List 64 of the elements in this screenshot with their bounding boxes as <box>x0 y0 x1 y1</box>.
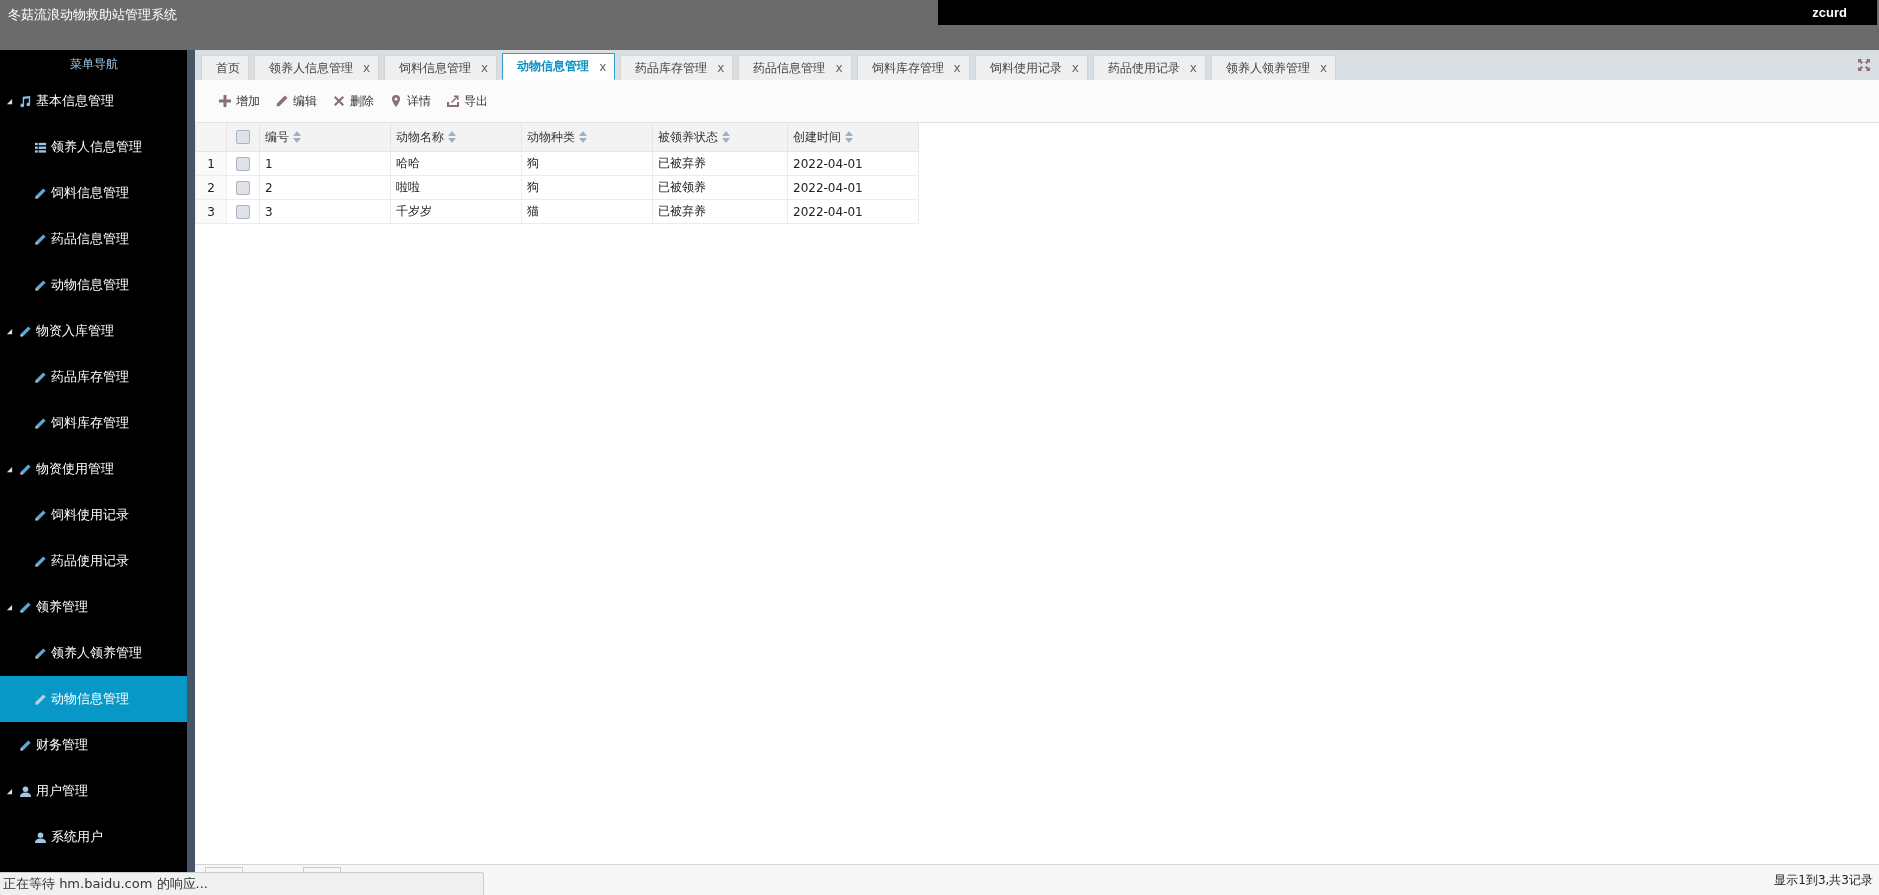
menu-item[interactable]: 饲料库存管理 <box>0 400 187 446</box>
close-tab-icon[interactable]: x <box>1189 61 1197 75</box>
menu-group[interactable]: 物资入库管理 <box>0 308 187 354</box>
table-cell: 2022-04-01 <box>793 156 863 171</box>
toolbar-button[interactable]: 增加 <box>213 88 266 114</box>
close-tab-icon[interactable]: x <box>717 61 725 75</box>
toolbar-button[interactable]: 导出 <box>441 88 494 114</box>
column-header[interactable]: 编号 <box>265 128 289 146</box>
menu-item[interactable]: 饲料信息管理 <box>0 170 187 216</box>
table-cell: 已被弃养 <box>658 204 706 218</box>
menu-group[interactable]: 物资使用管理 <box>0 446 187 492</box>
row-number: 1 <box>207 156 215 171</box>
menu-group[interactable]: 用户管理 <box>0 768 187 814</box>
menu-group[interactable]: 领养管理 <box>0 584 187 630</box>
menu-item[interactable]: 领养人信息管理 <box>0 124 187 170</box>
close-tab-icon[interactable]: x <box>481 61 489 75</box>
close-tab-icon[interactable]: x <box>835 61 843 75</box>
toolbar-button[interactable]: 详情 <box>384 88 437 114</box>
table-cell: 3 <box>265 204 273 219</box>
tab[interactable]: 动物信息管理 x <box>502 53 616 80</box>
table-cell: 狗 <box>527 156 539 170</box>
table-cell: 千岁岁 <box>396 204 432 218</box>
menu-title: 菜单导航 <box>68 56 119 73</box>
close-tab-icon[interactable]: x <box>363 61 371 75</box>
table-cell: 已被领养 <box>658 180 706 194</box>
user-name[interactable]: zcurd <box>1812 5 1877 20</box>
record-summary: 显示1到3,共3记录 <box>1774 871 1874 889</box>
table-cell: 猫 <box>527 204 539 218</box>
menu-item[interactable]: 药品信息管理 <box>0 216 187 262</box>
table-cell: 1 <box>265 156 273 171</box>
menu-item[interactable]: 饲料使用记录 <box>0 492 187 538</box>
table-cell: 已被弃养 <box>658 156 706 170</box>
menu-group[interactable]: 基本信息管理 <box>0 78 187 124</box>
menu-item[interactable]: 药品使用记录 <box>0 538 187 584</box>
table-cell: 2022-04-01 <box>793 204 863 219</box>
table-cell: 狗 <box>527 180 539 194</box>
menu-item[interactable]: 药品库存管理 <box>0 354 187 400</box>
tab[interactable]: 首页 <box>201 55 249 80</box>
tab[interactable]: 饲料库存管理 x <box>856 55 970 80</box>
menu-group[interactable]: 财务管理 <box>0 722 187 768</box>
row-number: 2 <box>207 180 215 195</box>
status-text: 正在等待 hm.baidu.com 的响应... <box>3 875 208 893</box>
tab[interactable]: 领养人信息管理 x <box>254 55 380 80</box>
close-tab-icon[interactable]: x <box>1319 61 1327 75</box>
tab[interactable]: 饲料使用记录 x <box>974 55 1088 80</box>
tab[interactable]: 药品库存管理 x <box>620 55 734 80</box>
row-number: 3 <box>207 204 215 219</box>
table-cell: 啦啦 <box>396 180 420 194</box>
toolbar-button[interactable]: 编辑 <box>270 88 323 114</box>
menu-item[interactable]: 动物信息管理 <box>0 262 187 308</box>
tab[interactable]: 领养人领养管理 x <box>1210 55 1336 80</box>
app-title: 冬菇流浪动物救助站管理系统 <box>7 6 178 24</box>
toolbar-button[interactable]: 删除 <box>327 88 380 114</box>
tab[interactable]: 饲料信息管理 x <box>384 55 498 80</box>
menu-item[interactable]: 领养人领养管理 <box>0 630 187 676</box>
tab[interactable]: 药品信息管理 x <box>738 55 852 80</box>
close-tab-icon[interactable]: x <box>953 61 961 75</box>
close-tab-icon[interactable]: x <box>1071 61 1079 75</box>
menu-item[interactable]: 系统用户 <box>0 814 187 860</box>
table-cell: 2 <box>265 180 273 195</box>
close-tab-icon[interactable]: x <box>599 59 607 74</box>
table-cell: 2022-04-01 <box>793 180 863 195</box>
table-cell: 哈哈 <box>396 156 420 170</box>
tab[interactable]: 药品使用记录 x <box>1092 55 1206 80</box>
